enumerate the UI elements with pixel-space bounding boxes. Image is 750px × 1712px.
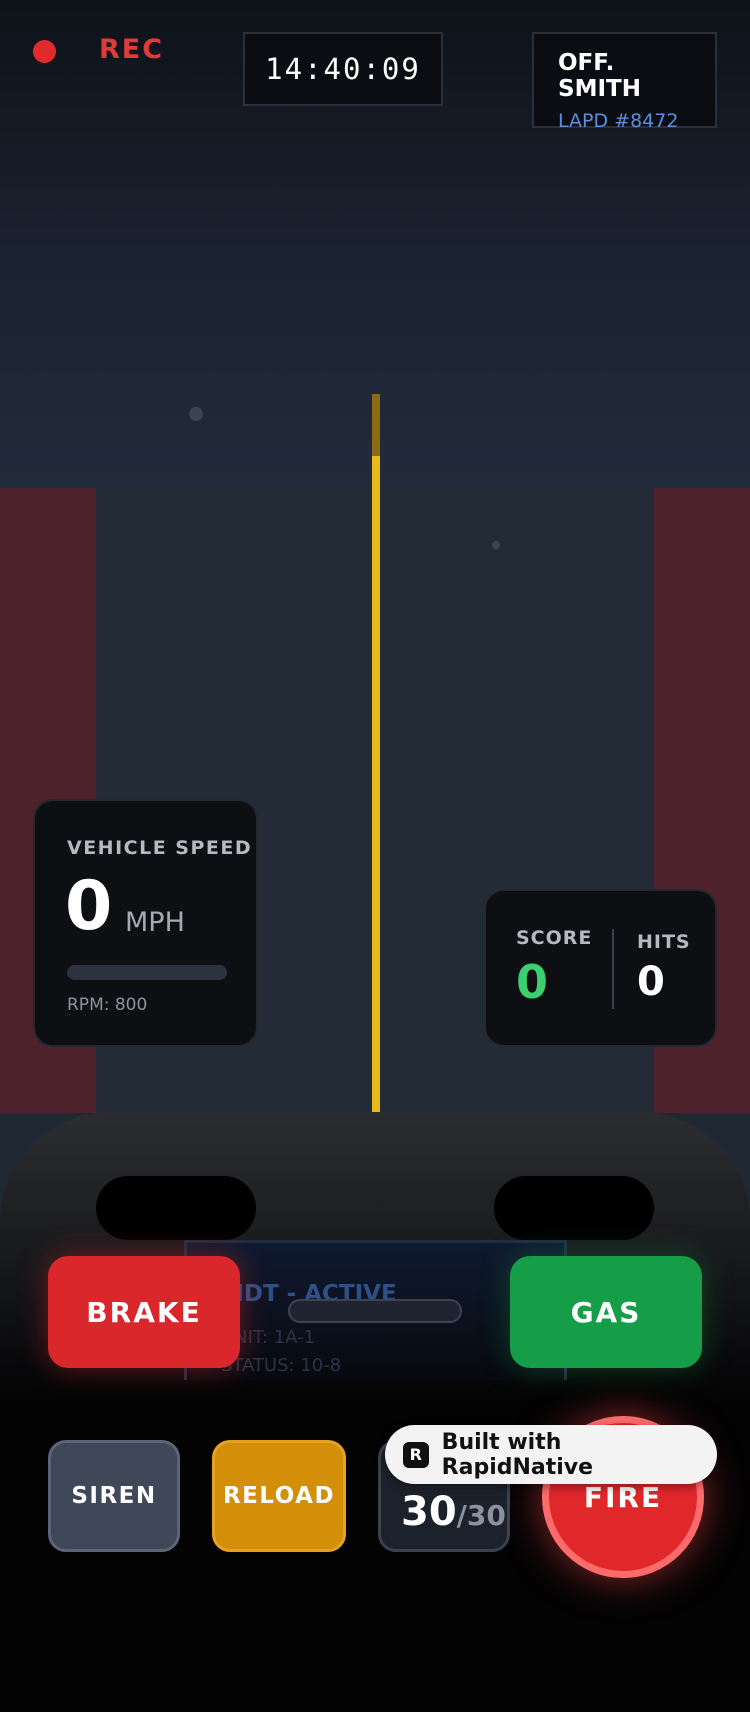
reload-button[interactable]: RELOAD <box>212 1440 346 1552</box>
distant-light <box>492 541 500 549</box>
distant-light <box>189 407 203 421</box>
officer-badge-number: LAPD #8472 <box>558 110 679 132</box>
speed-bar <box>67 965 227 980</box>
officer-card: OFF. SMITH LAPD #8472 <box>532 32 717 132</box>
right-air-vent <box>494 1176 654 1240</box>
officer-name: OFF. SMITH <box>558 50 641 102</box>
mdt-status: STATUS: 10-8 <box>221 1355 342 1376</box>
rec-label: REC <box>99 34 165 65</box>
speed-unit: MPH <box>125 907 185 938</box>
speed-title: VEHICLE SPEED <box>67 837 253 859</box>
siren-button[interactable]: SIREN <box>48 1440 180 1552</box>
ammo-readout: 30/30 <box>401 1489 506 1535</box>
gas-button[interactable]: GAS <box>510 1256 702 1368</box>
rapidnative-logo-icon: R <box>403 1441 429 1468</box>
recording-dot-icon <box>33 40 56 63</box>
left-air-vent <box>96 1176 256 1240</box>
mdt-mount-handle <box>288 1299 462 1323</box>
center-lane-line <box>372 456 380 1113</box>
score-panel: SCORE 0 HITS 0 <box>484 889 717 1047</box>
ammo-current: 30 <box>401 1489 457 1535</box>
rpm-readout: RPM: 800 <box>67 995 148 1015</box>
lane-line-distant <box>372 394 380 456</box>
score-value: 0 <box>516 955 549 1009</box>
badge-label: Built with RapidNative <box>441 1429 594 1480</box>
score-divider <box>612 929 614 1009</box>
brake-button[interactable]: BRAKE <box>48 1256 240 1368</box>
speed-value: 0 <box>65 867 113 946</box>
clock-display: 14:40:09 <box>243 32 443 106</box>
score-label: SCORE <box>516 927 593 949</box>
vehicle-speed-panel: VEHICLE SPEED 0 MPH RPM: 800 <box>33 799 258 1047</box>
hits-value: 0 <box>637 959 665 1005</box>
hits-label: HITS <box>637 931 691 953</box>
built-with-badge[interactable]: R Built with RapidNative <box>385 1425 717 1484</box>
ammo-max: /30 <box>456 1499 506 1532</box>
